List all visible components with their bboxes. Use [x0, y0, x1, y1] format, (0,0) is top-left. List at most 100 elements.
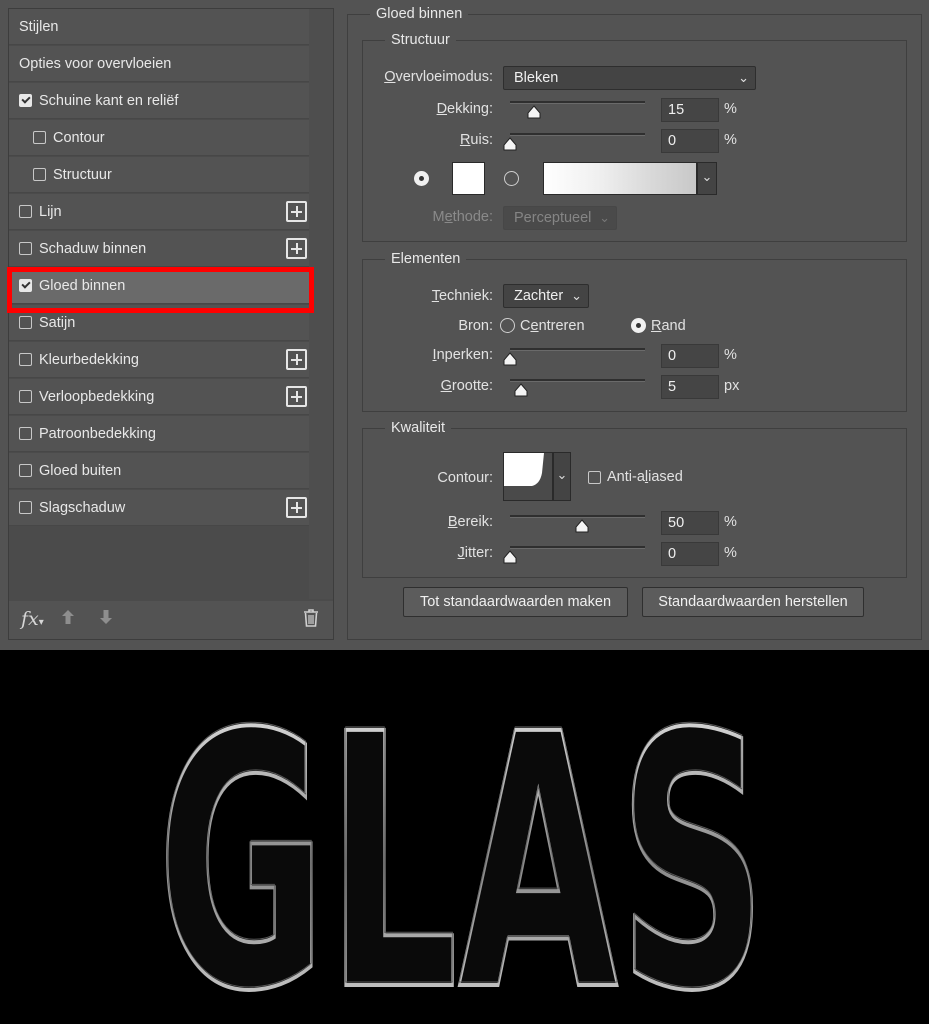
jitter-label: Jitter:: [457, 545, 493, 561]
style-checkbox[interactable]: [33, 131, 46, 144]
antialias-label[interactable]: Anti-aliased: [607, 469, 683, 485]
style-list-item-label: Lijn: [39, 203, 62, 220]
style-list-item-label: Schuine kant en reliëf: [39, 92, 179, 109]
choke-input[interactable]: 0: [661, 344, 719, 368]
style-checkbox[interactable]: [19, 427, 32, 440]
contour-label: Contour:: [437, 470, 493, 486]
add-style-plus-icon[interactable]: [286, 238, 307, 259]
chevron-down-icon: ⌄: [571, 288, 582, 303]
jitter-input[interactable]: 0: [661, 542, 719, 566]
gradient-radio[interactable]: [504, 171, 519, 186]
noise-input[interactable]: 0: [661, 129, 719, 153]
add-style-plus-icon[interactable]: [286, 386, 307, 407]
style-list-item-label: Verloopbedekking: [39, 388, 155, 405]
choke-slider-thumb[interactable]: [503, 352, 517, 366]
style-checkbox[interactable]: [19, 94, 32, 107]
style-list-item[interactable]: Opties voor overvloeien: [9, 46, 309, 82]
noise-label: Ruis:: [459, 132, 493, 148]
style-checkbox[interactable]: [19, 390, 32, 403]
noise-slider-thumb[interactable]: [503, 137, 517, 151]
chevron-down-icon: ⌄: [738, 70, 749, 85]
style-list-item[interactable]: Kleurbedekking: [9, 342, 309, 378]
add-style-plus-icon[interactable]: [286, 349, 307, 370]
style-checkbox[interactable]: [19, 353, 32, 366]
range-slider-track[interactable]: [510, 515, 645, 518]
selection-highlight-box: [7, 267, 314, 313]
style-list-item[interactable]: Patroonbedekking: [9, 416, 309, 452]
range-input[interactable]: 50: [661, 511, 719, 535]
make-default-button[interactable]: Tot standaardwaarden maken: [403, 587, 628, 617]
style-list-item[interactable]: Slagschaduw: [9, 490, 309, 526]
source-center-radio[interactable]: [500, 318, 515, 333]
opacity-slider-thumb[interactable]: [527, 105, 541, 119]
style-checkbox[interactable]: [33, 168, 46, 181]
method-label: Methode:: [432, 209, 494, 225]
style-checkbox[interactable]: [19, 205, 32, 218]
style-list-item[interactable]: Schuine kant en reliëf: [9, 83, 309, 119]
source-center-label[interactable]: Centreren: [520, 318, 585, 334]
kwaliteit-group: Kwaliteit: [362, 420, 907, 578]
choke-slider-track[interactable]: [510, 348, 645, 351]
range-label: Bereik:: [447, 514, 493, 530]
style-list-footer: fx▾: [9, 601, 333, 639]
contour-curve-icon: [504, 453, 552, 500]
style-list-item[interactable]: Stijlen: [9, 9, 309, 45]
panel-title: Gloed binnen: [370, 6, 469, 22]
style-checkbox[interactable]: [19, 464, 32, 477]
style-list-item[interactable]: Structuur: [9, 157, 309, 193]
add-style-plus-icon[interactable]: [286, 201, 307, 222]
style-list-item[interactable]: Gloed buiten: [9, 453, 309, 489]
jitter-slider-track[interactable]: [510, 546, 645, 549]
technique-select[interactable]: Zachter ⌄: [503, 284, 589, 308]
contour-preview[interactable]: [503, 452, 553, 501]
noise-slider-track[interactable]: [510, 133, 645, 136]
arrow-down-icon[interactable]: [99, 609, 113, 628]
source-edge-label[interactable]: Rand: [651, 318, 686, 334]
reset-default-button[interactable]: Standaardwaarden herstellen: [642, 587, 864, 617]
choke-unit: %: [724, 347, 737, 363]
trash-icon[interactable]: [303, 609, 319, 630]
style-checkbox[interactable]: [19, 242, 32, 255]
gradient-dropdown-button[interactable]: ⌄: [697, 162, 717, 195]
source-edge-radio[interactable]: [631, 318, 646, 333]
contour-dropdown-button[interactable]: ⌄: [553, 452, 571, 501]
gradient-swatch[interactable]: [543, 162, 697, 195]
style-list-item[interactable]: Lijn: [9, 194, 309, 230]
fx-icon[interactable]: fx▾: [21, 608, 44, 630]
size-unit: px: [724, 378, 740, 394]
style-list-item[interactable]: Schaduw binnen: [9, 231, 309, 267]
style-list-item-label: Contour: [53, 129, 105, 146]
chevron-down-icon: ⌄: [701, 169, 713, 184]
elementen-title: Elementen: [385, 251, 467, 267]
style-checkbox[interactable]: [19, 501, 32, 514]
style-list-item[interactable]: Verloopbedekking: [9, 379, 309, 415]
opacity-slider-track[interactable]: [510, 101, 645, 104]
jitter-slider-thumb[interactable]: [503, 550, 517, 564]
range-slider-thumb[interactable]: [575, 519, 589, 533]
opacity-label: Dekking:: [436, 101, 493, 117]
glass-text-preview: GLAS GLAS: [0, 650, 929, 1024]
add-style-plus-icon[interactable]: [286, 497, 307, 518]
method-value: Perceptueel: [514, 210, 592, 226]
style-list-item[interactable]: Contour: [9, 120, 309, 156]
opacity-input[interactable]: 15: [661, 98, 719, 122]
style-list-item-label: Structuur: [53, 166, 112, 183]
noise-unit: %: [724, 132, 737, 148]
style-list: Stijlen Opties voor overvloeien Schuine ka…: [8, 8, 334, 640]
glass-text-inner-line: GLAS: [157, 657, 767, 1024]
glass-text-svg: GLAS GLAS: [155, 657, 769, 1024]
chevron-down-icon: ⌄: [556, 467, 568, 482]
blend-mode-select[interactable]: Bleken ⌄: [503, 66, 756, 90]
size-input[interactable]: 5: [661, 375, 719, 399]
solid-color-radio[interactable]: [414, 171, 429, 186]
kwaliteit-title: Kwaliteit: [385, 420, 451, 436]
opacity-unit: %: [724, 101, 737, 117]
arrow-up-icon[interactable]: [61, 609, 75, 628]
blend-mode-value: Bleken: [514, 70, 559, 86]
size-slider-track[interactable]: [510, 379, 645, 382]
antialias-checkbox[interactable]: [588, 471, 601, 484]
style-checkbox[interactable]: [19, 316, 32, 329]
color-swatch[interactable]: [452, 162, 485, 195]
size-slider-thumb[interactable]: [514, 383, 528, 397]
source-label: Bron:: [458, 318, 493, 334]
